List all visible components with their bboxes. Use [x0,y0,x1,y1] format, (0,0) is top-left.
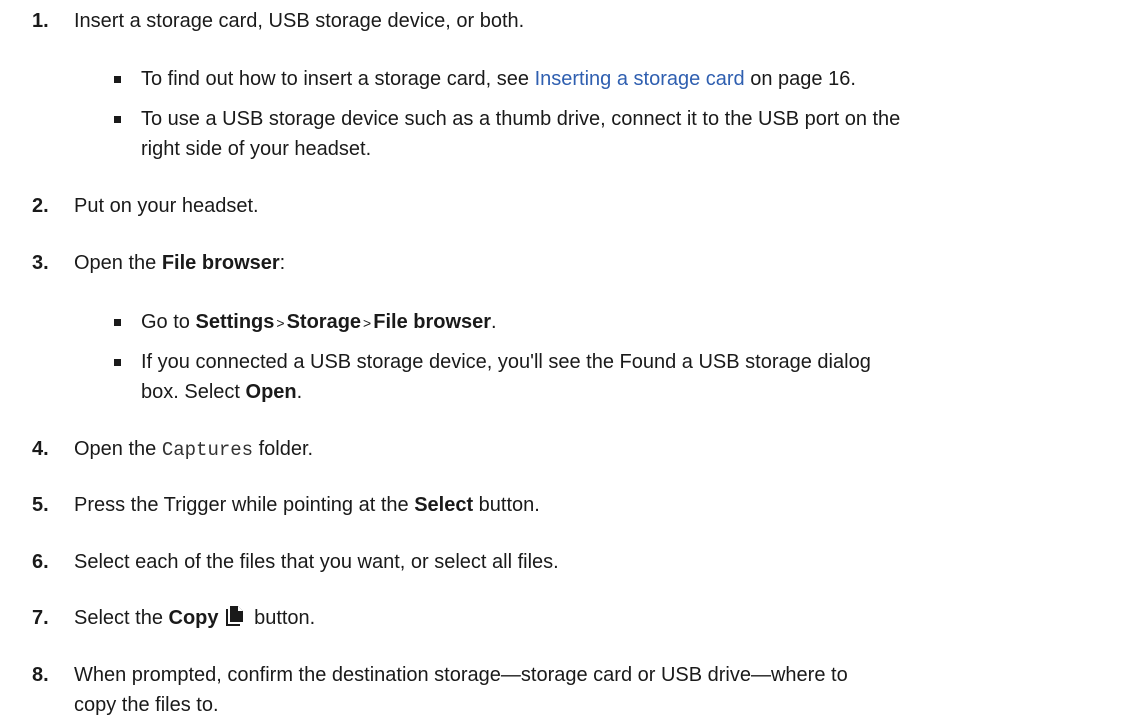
captures-folder-name: Captures [161,439,254,461]
step-text: Open the Captures folder. [74,434,1114,465]
step-text: Select the Copy button. [74,603,1114,636]
breadcrumb-separator: > [363,315,372,331]
step-line: copy the files to. [74,694,219,716]
file-browser-label: File browser [373,311,492,333]
bullet-text: To use a USB storage device such as a th… [141,104,1116,164]
step-text-part: Select the [74,607,169,629]
bullet-text: Go to Settings > Storage > File browser. [141,307,1116,338]
settings-label: Settings [195,311,275,333]
copy-label: Copy [168,607,219,629]
step-text: Press the Trigger while pointing at the … [74,490,1114,520]
step-text-part: Press the Trigger while pointing at the [74,494,415,516]
step-text-part: folder. [253,438,314,460]
step-number: 8. [32,664,49,686]
step-text: Open the File browser: [74,248,1114,278]
step-number: 7. [32,607,49,629]
step-number: 4. [32,438,49,460]
bullet-text-part: To find out how to insert a storage card… [141,68,535,90]
step-text: Insert a storage card, USB storage devic… [74,10,525,32]
step-number: 6. [32,551,49,573]
bullet-text-part: . [296,381,303,403]
storage-label: Storage [286,311,362,333]
bullet-marker [114,116,121,123]
bullet-line: right side of your headset. [141,138,372,160]
file-browser-label: File browser [161,252,280,274]
inserting-storage-card-link[interactable]: Inserting a storage card [535,68,745,90]
bullet-text: If you connected a USB storage device, y… [141,347,1116,407]
bullet-line: To use a USB storage device such as a th… [141,108,901,130]
step-text-part: Open the [74,438,162,460]
step-text-part: button. [473,494,540,516]
step-text-part: : [279,252,286,274]
step-number: 2. [32,195,49,217]
bullet-marker [114,359,121,366]
bullet-text-part: . [491,311,497,333]
bullet-text: To find out how to insert a storage card… [141,64,1116,94]
step-number: 1. [32,10,49,32]
open-label: Open [245,381,297,403]
bullet-line: box. Select [141,381,246,403]
step-text: Select each of the files that you want, … [74,551,559,573]
bullet-line: If you connected a USB storage device, y… [141,351,871,373]
step-text: When prompted, confirm the destination s… [74,660,1114,720]
bullet-text-part: on page 16. [744,68,856,90]
bullet-marker [114,76,121,83]
bullet-marker [114,319,121,326]
bullet-text-part: Go to [141,311,196,333]
step-line: When prompted, confirm the destination s… [74,664,848,686]
step-number: 5. [32,494,49,516]
step-text-part: Open the [74,252,162,274]
breadcrumb-separator: > [276,315,285,331]
step-number: 3. [32,252,49,274]
select-label: Select [414,494,474,516]
step-text-part: button. [248,607,316,629]
file-copy-icon [225,605,245,636]
step-text: Put on your headset. [74,195,259,217]
